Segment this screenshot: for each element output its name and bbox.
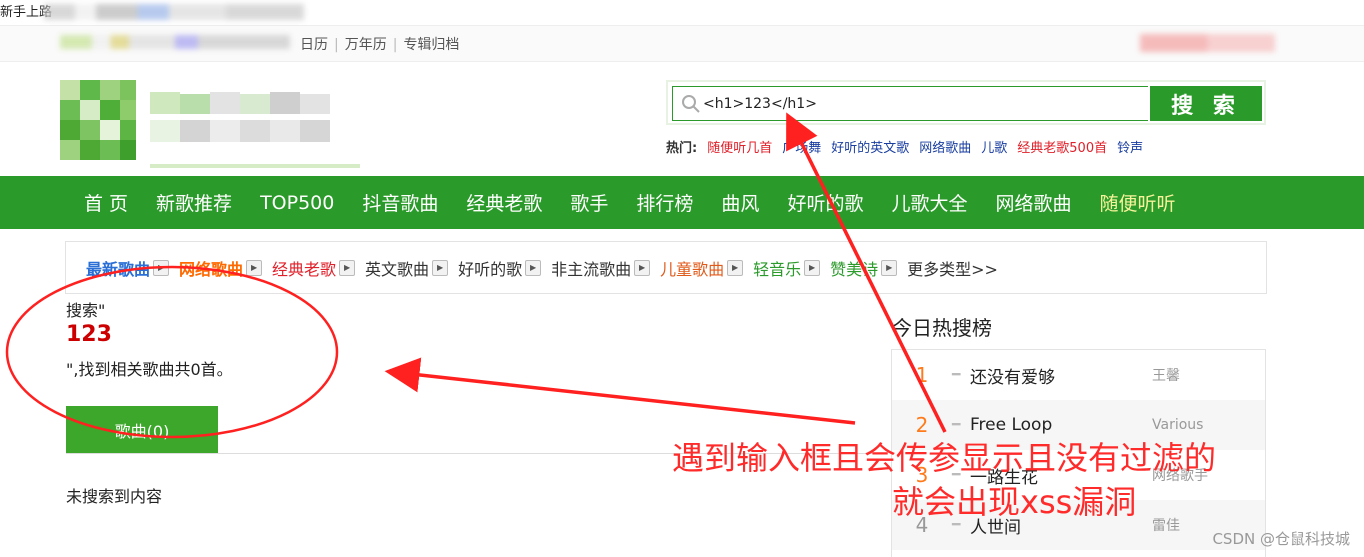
tab-songs[interactable]: 歌曲(0)	[66, 406, 218, 454]
song-artist[interactable]: 王馨	[1152, 365, 1180, 385]
rank-dash: ━	[952, 367, 961, 383]
injected-h1-text: 123	[66, 322, 112, 347]
sub-link-3[interactable]: 专辑归档	[403, 37, 459, 53]
empty-result-text: 未搜索到内容	[66, 487, 163, 506]
rank-number: 1	[915, 363, 929, 387]
main-nav: 首 页 新歌推荐 TOP500 抖音歌曲 经典老歌 歌手 排行榜 曲风 好听的歌…	[0, 176, 1364, 229]
hot-term[interactable]: 儿歌	[981, 137, 1007, 156]
genre-label: 更多类型>>	[907, 259, 998, 279]
genre-item[interactable]: 非主流歌曲 ▶	[551, 256, 651, 280]
genre-item[interactable]: 轻音乐 ▶	[753, 256, 821, 280]
nav-item-kids[interactable]: 儿歌大全	[877, 189, 981, 216]
hotlist-title: 今日热搜榜	[892, 316, 992, 340]
annotation-line-2: 就会出现xss漏洞	[892, 483, 1137, 521]
genre-item[interactable]: 最新歌曲 ▶	[86, 256, 170, 280]
sub-links: 日历 | 万年历 | 专辑归档	[300, 37, 460, 53]
nav-item-random[interactable]: 随便听听	[1085, 189, 1189, 216]
play-arrow-icon: ▶	[246, 259, 263, 276]
nav-item-web[interactable]: 网络歌曲	[981, 189, 1085, 216]
sub-link-1[interactable]: 日历	[300, 37, 328, 53]
hot-term[interactable]: 好听的英文歌	[831, 137, 909, 156]
genre-label: 非主流歌曲	[551, 259, 632, 279]
genre-label: 经典老歌	[272, 259, 337, 279]
genre-label: 英文歌曲	[365, 259, 430, 279]
rank-number: 2	[915, 413, 929, 437]
annotation-line-1: 遇到输入框且会传参显示且没有过滤的	[672, 439, 1217, 477]
play-arrow-icon: ▶	[634, 259, 651, 276]
genre-more[interactable]: 更多类型>>	[907, 256, 998, 280]
genre-item[interactable]: 好听的歌 ▶	[458, 256, 542, 280]
genre-item[interactable]: 儿童歌曲 ▶	[660, 256, 744, 280]
search-icon	[682, 94, 700, 113]
play-arrow-icon: ▶	[153, 259, 170, 276]
search-input[interactable]	[703, 95, 1143, 112]
nav-item-top500[interactable]: TOP500	[246, 192, 348, 214]
logo-image	[60, 80, 360, 168]
nav-item-good[interactable]: 好听的歌	[773, 189, 877, 216]
hot-label: 热门:	[666, 141, 698, 156]
hot-term[interactable]: 铃声	[1117, 137, 1143, 156]
genre-item[interactable]: 经典老歌 ▶	[272, 256, 356, 280]
rank-dash: ━	[952, 417, 961, 433]
hot-searches: 热门: 随便听几首 广场舞 好听的英文歌 网络歌曲 儿歌 经典老歌500首 铃声	[666, 137, 1143, 156]
top-bar: 新手上路	[0, 0, 1364, 26]
hot-term[interactable]: 广场舞	[782, 137, 821, 156]
hot-term[interactable]: 经典老歌500首	[1017, 137, 1107, 156]
result-count-text: ",找到相关歌曲共0首。	[66, 360, 233, 379]
genre-item[interactable]: 赞美诗 ▶	[830, 256, 898, 280]
play-arrow-icon: ▶	[432, 259, 449, 276]
blurred-sub-links	[60, 35, 290, 49]
search-input-wrap	[672, 86, 1148, 121]
hot-term[interactable]: 网络歌曲	[919, 137, 971, 156]
hotlist-row[interactable]: 1 ━ 还没有爱够 王馨	[892, 350, 1265, 400]
nav-item-classic[interactable]: 经典老歌	[452, 189, 556, 216]
nav-item-home[interactable]: 首 页	[70, 189, 142, 216]
annotation-text: 遇到输入框且会传参显示且没有过滤的 就会出现xss漏洞	[672, 436, 1216, 524]
blurred-links	[44, 4, 304, 20]
play-arrow-icon: ▶	[804, 259, 821, 276]
song-title[interactable]: 还没有爱够	[970, 363, 1152, 388]
play-arrow-icon: ▶	[339, 259, 356, 276]
genre-label: 儿童歌曲	[660, 259, 725, 279]
result-label: 搜索"	[66, 301, 106, 320]
play-arrow-icon: ▶	[727, 259, 744, 276]
nav-item-new[interactable]: 新歌推荐	[142, 189, 246, 216]
song-title[interactable]: Free Loop	[970, 415, 1152, 435]
genre-label: 轻音乐	[753, 259, 802, 279]
song-artist[interactable]: Various	[1152, 417, 1203, 433]
nav-item-douyin[interactable]: 抖音歌曲	[348, 189, 452, 216]
blurred-login	[1140, 34, 1275, 52]
annotation-arrow-left	[384, 357, 856, 425]
genre-item[interactable]: 网络歌曲 ▶	[179, 256, 263, 280]
genre-label: 赞美诗	[830, 259, 879, 279]
nav-item-charts[interactable]: 排行榜	[622, 189, 707, 216]
play-arrow-icon: ▶	[881, 259, 898, 276]
genre-label: 最新歌曲	[86, 259, 151, 279]
hot-term[interactable]: 随便听几首	[707, 137, 772, 156]
search-box: 搜 索	[666, 80, 1266, 125]
genre-label: 好听的歌	[458, 259, 523, 279]
play-arrow-icon: ▶	[525, 259, 542, 276]
site-logo[interactable]	[60, 80, 360, 170]
nav-item-styles[interactable]: 曲风	[707, 189, 773, 216]
sub-bar: 日历 | 万年历 | 专辑归档	[0, 26, 1364, 62]
genre-item[interactable]: 英文歌曲 ▶	[365, 256, 449, 280]
genre-label: 网络歌曲	[179, 259, 244, 279]
nav-item-singers[interactable]: 歌手	[556, 189, 622, 216]
genre-bar: 最新歌曲 ▶ 网络歌曲 ▶ 经典老歌 ▶ 英文歌曲 ▶ 好听的歌 ▶ 非主流歌曲 ▶ 儿童歌…	[65, 241, 1267, 294]
watermark: CSDN @仓鼠科技城	[1212, 530, 1350, 548]
search-button[interactable]: 搜 索	[1150, 86, 1262, 121]
sub-link-2[interactable]: 万年历	[345, 37, 387, 53]
